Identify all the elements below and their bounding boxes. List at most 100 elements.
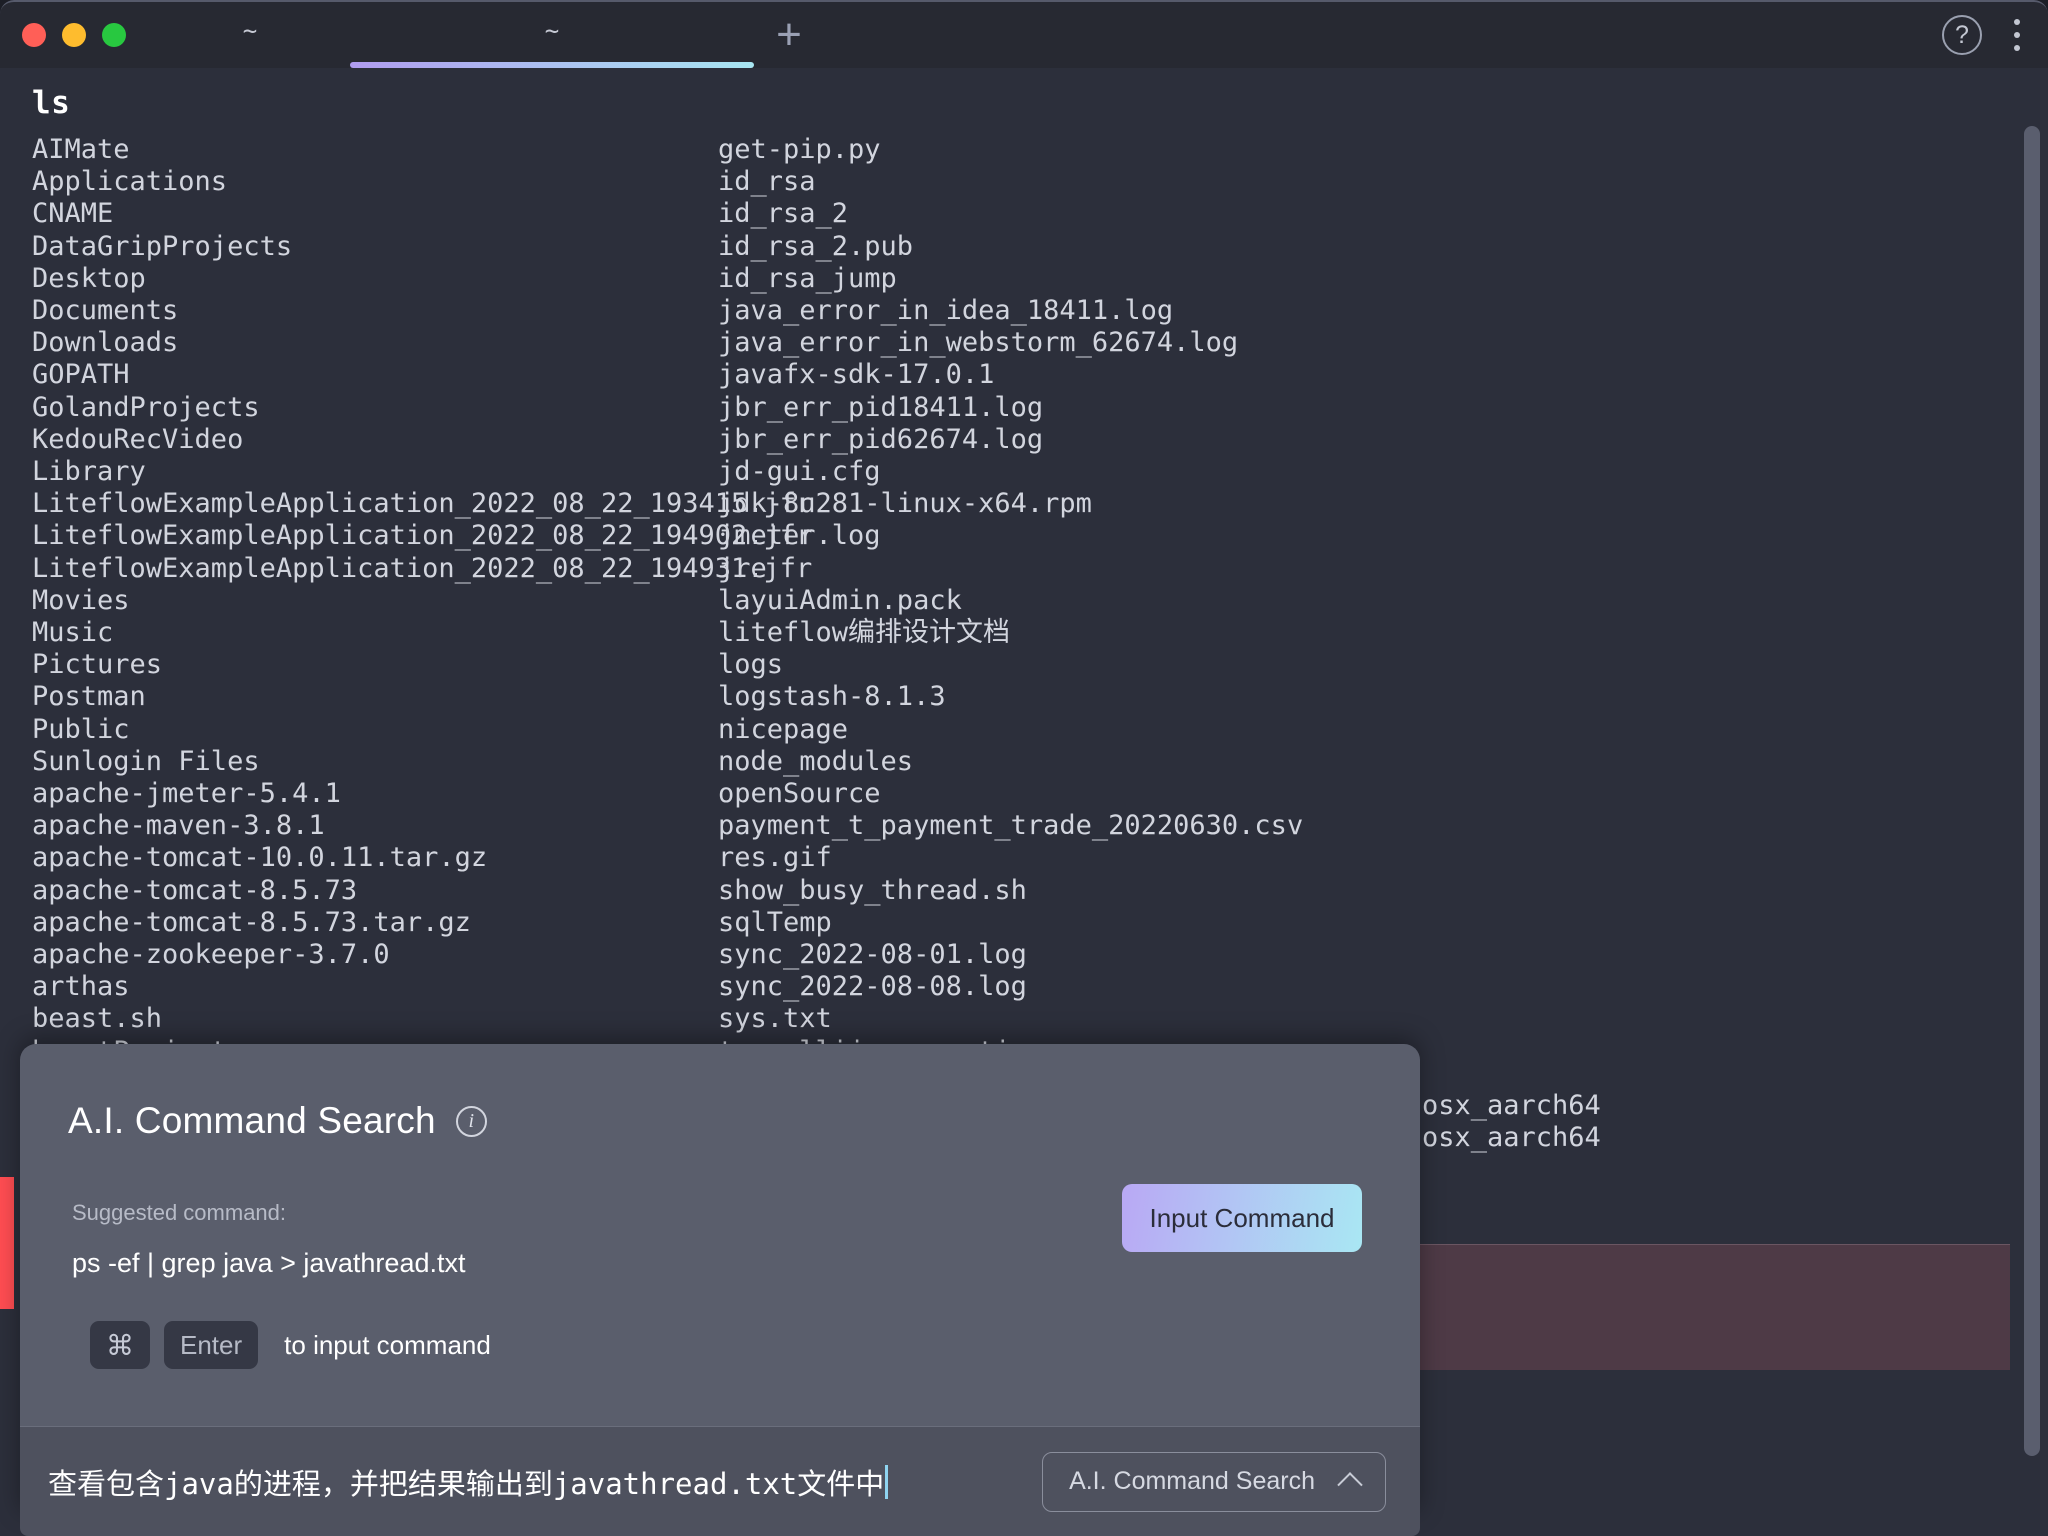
tab-label: ~ bbox=[544, 17, 560, 45]
file-listing-left-column: AIMate Applications CNAME DataGripProjects D… bbox=[32, 134, 812, 1100]
ai-query-input[interactable]: 查看包含java的进程，并把结果输出到javathread.txt文件中 bbox=[48, 1461, 1042, 1503]
file-entry: sync_2022-08-01.log bbox=[718, 939, 1027, 971]
file-entry: Pictures bbox=[32, 649, 163, 681]
kebab-dot bbox=[2014, 32, 2020, 38]
file-entry: jbr_err_pid62674.log bbox=[718, 423, 1044, 455]
file-entry: Applications bbox=[32, 166, 228, 198]
file-entry: LiteflowExampleApplication_2022_08_22_19… bbox=[32, 520, 813, 552]
file-entry: id_rsa bbox=[718, 166, 816, 198]
file-entry-partial: osx_aarch64 bbox=[1422, 1090, 1601, 1121]
file-entry: LiteflowExampleApplication_2022_08_22_19… bbox=[32, 552, 813, 584]
file-entry: apache-tomcat-8.5.73 bbox=[32, 874, 358, 906]
file-entry: res.gif bbox=[718, 842, 832, 874]
file-entry: openSource bbox=[718, 778, 881, 810]
file-entry: Public bbox=[32, 713, 130, 745]
terminal-window: ~ ~ + ? ls AIMate Applications CNAME Dat… bbox=[0, 0, 2048, 1536]
ai-query-text: 查看包含java的进程，并把结果输出到javathread.txt文件中 bbox=[48, 1466, 885, 1501]
minimize-window-button[interactable] bbox=[62, 23, 86, 47]
ai-panel-title: A.I. Command Search bbox=[68, 1100, 436, 1141]
file-entry: logstash-8.1.3 bbox=[718, 681, 946, 713]
ai-query-input-bar: 查看包含java的进程，并把结果输出到javathread.txt文件中 A.I… bbox=[20, 1426, 1420, 1536]
kebab-dot bbox=[2014, 45, 2020, 51]
terminal-command-line: ls bbox=[32, 85, 71, 121]
ai-panel-body: Suggested command: ps -ef | grep java > … bbox=[20, 1142, 1420, 1279]
file-entry: KedouRecVideo bbox=[32, 423, 244, 455]
file-entry: GOPATH bbox=[32, 359, 130, 391]
keyboard-shortcut-hint: ⌘ Enter to input command bbox=[20, 1279, 1420, 1369]
file-entry: jdk-8u281-linux-x64.rpm bbox=[718, 488, 1092, 520]
file-entry: jmeter.log bbox=[718, 520, 881, 552]
file-entry: apache-tomcat-8.5.73.tar.gz bbox=[32, 906, 471, 938]
text-cursor bbox=[885, 1464, 889, 1499]
file-entry: Downloads bbox=[32, 327, 179, 359]
file-entry: get-pip.py bbox=[718, 134, 881, 165]
file-entry: java_error_in_webstorm_62674.log bbox=[718, 327, 1239, 359]
file-entry: payment_t_payment_trade_20220630.csv bbox=[718, 810, 1304, 842]
command-key-icon: ⌘ bbox=[90, 1321, 150, 1369]
file-entry: CNAME bbox=[32, 198, 114, 230]
file-entry: beast.sh bbox=[32, 1003, 163, 1035]
traffic-light-group bbox=[22, 23, 126, 47]
file-entry: show_busy_thread.sh bbox=[718, 874, 1027, 906]
info-glyph: i bbox=[468, 1109, 475, 1132]
file-entry: node_modules bbox=[718, 745, 914, 777]
titlebar-actions: ? bbox=[1942, 2, 2030, 68]
file-entry: sync_2022-08-08.log bbox=[718, 971, 1027, 1003]
file-entry: layuiAdmin.pack bbox=[718, 584, 962, 616]
file-entry: java_error_in_idea_18411.log bbox=[718, 295, 1174, 327]
file-entry: jbr_err_pid18411.log bbox=[718, 391, 1044, 423]
new-tab-button[interactable]: + bbox=[754, 2, 824, 68]
file-entry: id_rsa_2 bbox=[718, 198, 849, 230]
file-entry: logs bbox=[718, 649, 784, 681]
shortcut-description: to input command bbox=[284, 1329, 491, 1360]
file-entry: DataGripProjects bbox=[32, 230, 293, 262]
file-entry: nicepage bbox=[718, 713, 849, 745]
file-entry: Postman bbox=[32, 681, 146, 713]
file-entry: jre bbox=[718, 552, 767, 584]
file-entry: apache-maven-3.8.1 bbox=[32, 810, 325, 842]
file-entry: GolandProjects bbox=[32, 391, 260, 423]
file-entry: apache-zookeeper-3.7.0 bbox=[32, 939, 390, 971]
help-glyph: ? bbox=[1955, 20, 1969, 49]
file-entry: LiteflowExampleApplication_2022_08_22_19… bbox=[32, 488, 813, 520]
file-entry: sys.txt bbox=[718, 1003, 832, 1035]
tab-home-2-active[interactable]: ~ bbox=[350, 2, 754, 68]
file-entry: javafx-sdk-17.0.1 bbox=[718, 359, 995, 391]
file-entry: id_rsa_jump bbox=[718, 262, 897, 294]
enter-key: Enter bbox=[164, 1321, 259, 1369]
file-entry: Desktop bbox=[32, 262, 146, 294]
terminal-scrollbar[interactable] bbox=[2024, 126, 2040, 1456]
file-entry: apache-jmeter-5.4.1 bbox=[32, 778, 341, 810]
file-listing-right-column: get-pip.py id_rsa id_rsa_2 id_rsa_2.pub id_r… bbox=[718, 134, 1303, 1100]
file-entry: liteflow编排设计文档 bbox=[718, 617, 1011, 649]
more-options-icon[interactable] bbox=[2004, 13, 2030, 57]
error-accent-bar bbox=[0, 1177, 14, 1309]
kebab-dot bbox=[2014, 19, 2020, 25]
help-icon[interactable]: ? bbox=[1942, 15, 1982, 55]
ai-panel-header: A.I. Command Search i bbox=[20, 1044, 1420, 1142]
suggested-command-text[interactable]: ps -ef | grep java > javathread.txt bbox=[72, 1248, 1420, 1279]
file-entry: Documents bbox=[32, 295, 179, 327]
ai-mode-selector-button[interactable]: A.I. Command Search bbox=[1042, 1451, 1386, 1512]
file-entry: AIMate bbox=[32, 134, 130, 165]
input-command-button[interactable]: Input Command bbox=[1122, 1184, 1362, 1252]
file-entry: id_rsa_2.pub bbox=[718, 230, 914, 262]
chevron-up-icon bbox=[1337, 1471, 1363, 1498]
close-window-button[interactable] bbox=[22, 23, 46, 47]
tab-home-1[interactable]: ~ bbox=[150, 2, 350, 68]
file-entry: jd-gui.cfg bbox=[718, 456, 881, 488]
file-entry: Movies bbox=[32, 584, 130, 616]
file-entry: Sunlogin Files bbox=[32, 745, 260, 777]
info-icon[interactable]: i bbox=[455, 1105, 487, 1137]
file-entry: sqlTemp bbox=[718, 906, 832, 938]
title-bar: ~ ~ + ? bbox=[0, 0, 2048, 68]
file-entry: arthas bbox=[32, 971, 130, 1003]
highlighted-output-block bbox=[1414, 1244, 2010, 1370]
plus-icon: + bbox=[776, 10, 802, 59]
tab-label: ~ bbox=[242, 17, 258, 45]
maximize-window-button[interactable] bbox=[102, 23, 126, 47]
file-entry-partial: osx_aarch64 bbox=[1422, 1122, 1601, 1154]
tab-bar: ~ ~ + bbox=[150, 2, 824, 68]
ai-mode-label: A.I. Command Search bbox=[1069, 1467, 1315, 1495]
file-entry: Library bbox=[32, 456, 146, 488]
